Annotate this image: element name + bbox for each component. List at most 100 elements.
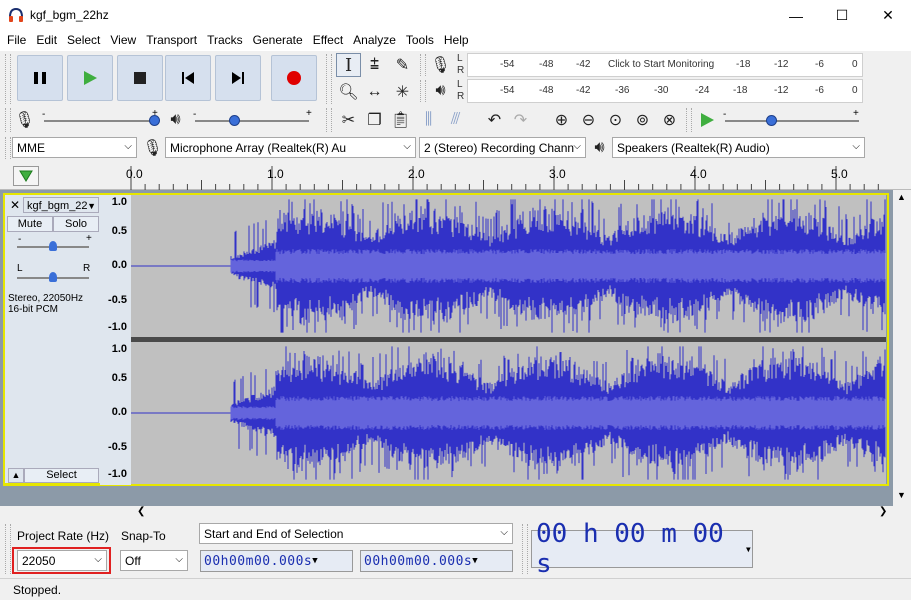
selection-mode-dropdown[interactable]: Start and End of Selection ⌵ xyxy=(199,523,513,544)
cut-button[interactable]: ✂ xyxy=(336,108,361,132)
fit-project-button[interactable]: ⊚ xyxy=(630,108,655,132)
scroll-left-icon[interactable]: ❮ xyxy=(137,506,145,517)
menu-analyze[interactable]: Analyze xyxy=(348,31,401,51)
close-track-button[interactable]: ✕ xyxy=(8,198,22,212)
close-button[interactable]: ✕ xyxy=(865,0,911,31)
device-toolbar-grip[interactable] xyxy=(5,137,11,159)
selection-tool-button[interactable]: I xyxy=(336,53,361,77)
menu-transport[interactable]: Transport xyxy=(141,31,202,51)
selection-start-time[interactable]: 00h00m00.000s ▼ xyxy=(200,550,353,572)
edit-toolbar-grip[interactable] xyxy=(326,108,332,132)
zoom-toggle-button[interactable]: ⊗ xyxy=(657,108,682,132)
record-meter-tick: -48 xyxy=(539,59,554,70)
envelope-tool-button[interactable]: ⩲ xyxy=(362,53,387,77)
ruler-label: 4.0 xyxy=(690,167,707,181)
snap-to-dropdown[interactable]: Off ⌵ xyxy=(120,550,188,571)
menu-tools[interactable]: Tools xyxy=(401,31,439,51)
play-at-speed-grip[interactable] xyxy=(686,108,692,132)
select-track-button[interactable]: Select xyxy=(24,468,99,483)
playback-device-dropdown[interactable]: Speakers (Realtek(R) Audio) ⌵ xyxy=(612,137,865,158)
vertical-scale[interactable]: 1.0 0.5 0.0 -0.5 -1.0 1.0 0.5 0.0 -0.5 -… xyxy=(100,195,131,485)
gain-slider-knob[interactable] xyxy=(49,241,57,251)
playback-volume-slider[interactable]: - + xyxy=(193,108,313,129)
record-button[interactable] xyxy=(271,55,317,101)
waveform-channel-left[interactable] xyxy=(131,195,886,337)
zoom-tool-button[interactable]: 🔍︎ xyxy=(336,80,361,104)
undo-button[interactable]: ↶ xyxy=(482,108,507,132)
record-meter-microphone-button[interactable]: 🎙︎ xyxy=(428,53,453,77)
slider-knob[interactable] xyxy=(149,115,160,126)
recording-volume-slider[interactable]: - + xyxy=(42,108,160,129)
scale-label: 0.0 xyxy=(111,406,127,418)
skip-to-end-button[interactable] xyxy=(215,55,261,101)
menu-effect[interactable]: Effect xyxy=(308,31,348,51)
pan-slider-knob[interactable] xyxy=(49,272,57,282)
solo-button[interactable]: Solo xyxy=(53,216,99,232)
record-meter-r: R xyxy=(457,65,465,76)
audio-host-dropdown[interactable]: MME ⌵ xyxy=(12,137,137,158)
skip-to-start-button[interactable] xyxy=(165,55,211,101)
tools-toolbar-grip[interactable] xyxy=(326,54,332,104)
play-meter[interactable]: -54 -48 -42 -36 -30 -24 -18 -12 -6 0 xyxy=(467,79,863,103)
audio-position-time[interactable]: 00 h 00 m 00 s ▾ xyxy=(531,519,753,579)
silence-audio-button[interactable]: ⫻ xyxy=(443,108,468,132)
play-meter-tick: 0 xyxy=(852,85,858,96)
pause-button[interactable] xyxy=(17,55,63,101)
copy-button[interactable]: ❐ xyxy=(362,108,387,132)
play-meter-grip[interactable] xyxy=(420,80,426,102)
track-control-panel[interactable]: ✕ kgf_bgm_22 ▼ Mute Solo - + L R Stereo,… xyxy=(3,193,100,485)
play-button[interactable] xyxy=(67,55,113,101)
scroll-up-icon[interactable]: ▲ xyxy=(897,192,906,202)
recording-device-dropdown[interactable]: Microphone Array (Realtek(R) Au ⌵ xyxy=(165,137,416,158)
stop-button[interactable] xyxy=(117,55,163,101)
draw-tool-button[interactable]: ✎ xyxy=(390,53,415,77)
record-meter-grip[interactable] xyxy=(420,54,426,76)
project-rate-dropdown[interactable]: 22050 ⌵ xyxy=(17,550,107,571)
menu-tracks[interactable]: Tracks xyxy=(202,31,248,51)
chevron-down-icon: ⌵ xyxy=(573,141,581,152)
fit-selection-button[interactable]: ⊙ xyxy=(603,108,628,132)
menu-file[interactable]: File xyxy=(2,31,31,51)
minimize-button[interactable]: — xyxy=(773,0,819,31)
time-shift-tool-button[interactable]: ↔ xyxy=(362,80,387,104)
track-name-button[interactable]: kgf_bgm_22 ▼ xyxy=(23,197,99,213)
trim-audio-button[interactable]: ⫼ xyxy=(416,108,441,132)
scroll-right-icon[interactable]: ❯ xyxy=(879,506,887,517)
zoom-out-button[interactable]: ⊖ xyxy=(576,108,601,132)
menu-help[interactable]: Help xyxy=(439,31,474,51)
menu-select[interactable]: Select xyxy=(62,31,105,51)
menu-edit[interactable]: Edit xyxy=(31,31,62,51)
selection-end-time[interactable]: 00h00m00.000s ▼ xyxy=(360,550,513,572)
track-area-empty[interactable] xyxy=(0,490,893,506)
time-toolbar-grip[interactable] xyxy=(522,524,528,574)
horizontal-scrollbar[interactable]: ❮ ❯ xyxy=(131,506,893,520)
collapse-track-button[interactable]: ▲ xyxy=(8,468,24,483)
play-meter-speaker-button[interactable]: 🔊︎ xyxy=(428,79,453,103)
redo-icon: ↷ xyxy=(513,112,528,129)
click-to-start-monitoring[interactable]: Click to Start Monitoring xyxy=(608,59,714,70)
paste-button[interactable]: 📋︎ xyxy=(388,108,413,132)
vertical-scrollbar[interactable]: ▲ ▼ xyxy=(893,190,911,506)
waveform-channel-right[interactable] xyxy=(131,342,886,484)
slider-knob[interactable] xyxy=(766,115,778,126)
timeline-ruler[interactable]: 0.0 1.0 2.0 3.0 4.0 5.0 xyxy=(0,162,911,190)
play-at-speed-slider[interactable]: - + xyxy=(723,108,861,129)
recording-channels-dropdown[interactable]: 2 (Stereo) Recording Chann ⌵ xyxy=(419,137,586,158)
menu-view[interactable]: View xyxy=(105,31,141,51)
playback-volume-icon-button: 🔊︎ xyxy=(163,108,188,132)
transport-toolbar-grip[interactable] xyxy=(5,54,11,104)
menu-generate[interactable]: Generate xyxy=(248,31,308,51)
play-at-speed-button[interactable] xyxy=(694,108,719,132)
redo-button[interactable]: ↷ xyxy=(508,108,533,132)
scroll-down-icon[interactable]: ▼ xyxy=(897,490,906,500)
slider-knob[interactable] xyxy=(229,115,241,126)
microphone-icon: 🎙︎ xyxy=(430,57,451,74)
mixer-toolbar-grip[interactable] xyxy=(5,108,11,132)
waveform-rms xyxy=(230,396,886,430)
zoom-in-button[interactable]: ⊕ xyxy=(549,108,574,132)
record-meter[interactable]: -54 -48 -42 Click to Start Monitoring -1… xyxy=(467,53,863,77)
multi-tool-button[interactable]: ✳ xyxy=(390,80,415,104)
maximize-button[interactable]: ☐ xyxy=(819,0,865,31)
mute-button[interactable]: Mute xyxy=(7,216,53,232)
selection-toolbar-grip[interactable] xyxy=(5,524,11,574)
